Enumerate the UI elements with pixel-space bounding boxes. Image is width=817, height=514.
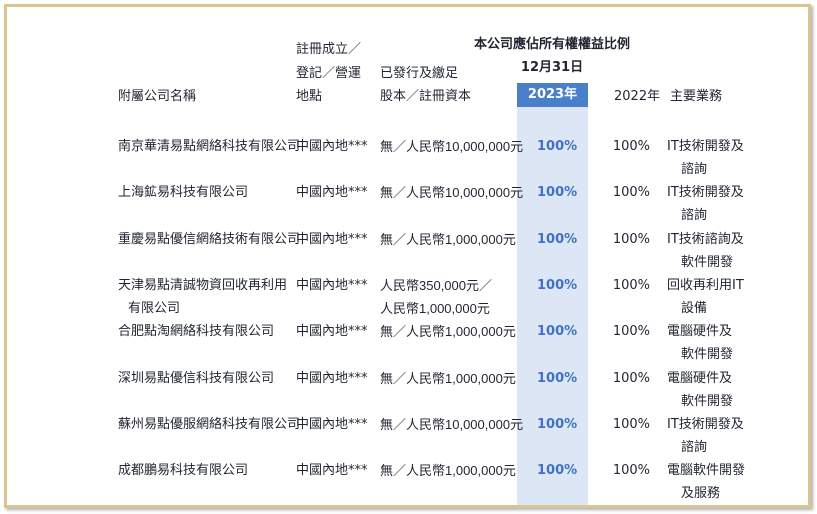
- row-place: 中國內地***: [296, 185, 368, 200]
- row-place: 中國內地***: [296, 232, 368, 247]
- header-business: 主要業務: [670, 89, 723, 104]
- row-pct-2022: 100%: [612, 185, 650, 200]
- row-pct-2022: 100%: [612, 371, 650, 386]
- row-business-line2: 諮詢: [681, 208, 708, 223]
- row-place: 中國內地***: [296, 417, 368, 432]
- row-pct-2023: 100%: [537, 324, 578, 339]
- row-business-line1: 電腦硬件及: [667, 324, 733, 339]
- row-place: 中國內地***: [296, 139, 368, 154]
- row-business-line1: 電腦硬件及: [667, 371, 733, 386]
- row-pct-2022: 100%: [612, 139, 650, 154]
- row-company-name: 成都鵬易科技有限公司: [118, 463, 249, 478]
- row-company-name: 天津易點清誠物資回收再利用: [118, 278, 288, 293]
- row-business-line2: 軟件開發: [681, 394, 734, 409]
- header-interest-date: 12月31日: [520, 60, 584, 75]
- row-business-line1: IT技術開發及: [667, 185, 744, 200]
- row-capital: 無／人民幣1,000,000元: [380, 324, 516, 339]
- row-pct-2022: 100%: [612, 463, 650, 478]
- header-interest-title: 本公司應佔所有權權益比例: [473, 37, 630, 52]
- row-pct-2022: 100%: [612, 324, 650, 339]
- header-place-line2: 登記／營運: [296, 66, 362, 81]
- header-capital-line1: 已發行及繳足: [380, 66, 459, 81]
- row-place: 中國內地***: [296, 371, 368, 386]
- row-business-line1: IT技術諮詢及: [667, 232, 744, 247]
- row-place: 中國內地***: [296, 278, 368, 293]
- row-business-line1: 回收再利用IT: [667, 278, 744, 293]
- row-pct-2022: 100%: [612, 417, 650, 432]
- header-place-line1: 註冊成立／: [296, 42, 362, 57]
- row-capital-line2: 人民幣1,000,000元: [380, 301, 490, 316]
- row-company-name: 深圳易點優信科技有限公司: [118, 371, 275, 386]
- row-capital: 無／人民幣1,000,000元: [380, 463, 516, 478]
- row-pct-2023: 100%: [537, 185, 578, 200]
- header-year-2022: 2022年: [614, 89, 661, 104]
- row-capital: 人民幣350,000元／: [380, 278, 492, 293]
- header-capital-line2: 股本／註冊資本: [380, 89, 472, 104]
- row-pct-2023: 100%: [537, 278, 578, 293]
- row-company-name: 上海鉱易科技有限公司: [118, 185, 249, 200]
- row-pct-2023: 100%: [537, 463, 578, 478]
- row-place: 中國內地***: [296, 324, 368, 339]
- row-capital: 無／人民幣10,000,000元: [380, 139, 524, 154]
- row-company-name-line2: 有限公司: [128, 301, 181, 316]
- row-business-line2: 軟件開發: [681, 347, 734, 362]
- row-company-name: 南京華清易點網絡科技有限公司: [118, 139, 301, 154]
- document-frame: 註冊成立／ 登記／營運 地點 已發行及繳足 股本／註冊資本 本公司應佔所有權權益…: [4, 4, 811, 508]
- row-company-name: 重慶易點優信網絡技術有限公司: [118, 232, 301, 247]
- row-business-line1: 電腦軟件開發: [667, 463, 746, 478]
- row-place: 中國內地***: [296, 463, 368, 478]
- row-business-line2: 設備: [681, 301, 708, 316]
- header-company-name: 附屬公司名稱: [118, 89, 197, 104]
- row-capital: 無／人民幣10,000,000元: [380, 185, 524, 200]
- row-business-line1: IT技術開發及: [667, 139, 744, 154]
- row-capital: 無／人民幣1,000,000元: [380, 232, 516, 247]
- row-pct-2022: 100%: [612, 232, 650, 247]
- row-capital: 無／人民幣1,000,000元: [380, 371, 516, 386]
- row-business-line1: IT技術開發及: [667, 417, 744, 432]
- row-capital: 無／人民幣10,000,000元: [380, 417, 524, 432]
- row-business-line2: 諮詢: [681, 162, 708, 177]
- row-pct-2023: 100%: [537, 139, 578, 154]
- row-company-name: 合肥點淘網絡科技有限公司: [118, 324, 275, 339]
- header-year-2023: 2023年: [517, 83, 588, 107]
- row-company-name: 蘇州易點優服網絡科技有限公司: [118, 417, 301, 432]
- row-pct-2023: 100%: [537, 417, 578, 432]
- row-business-line2: 諮詢: [681, 440, 708, 455]
- row-pct-2023: 100%: [537, 371, 578, 386]
- row-business-line2: 軟件開發: [681, 255, 734, 270]
- row-business-line2: 及服務: [681, 486, 721, 501]
- header-place-line3: 地點: [296, 89, 323, 104]
- row-pct-2022: 100%: [612, 278, 650, 293]
- row-pct-2023: 100%: [537, 232, 578, 247]
